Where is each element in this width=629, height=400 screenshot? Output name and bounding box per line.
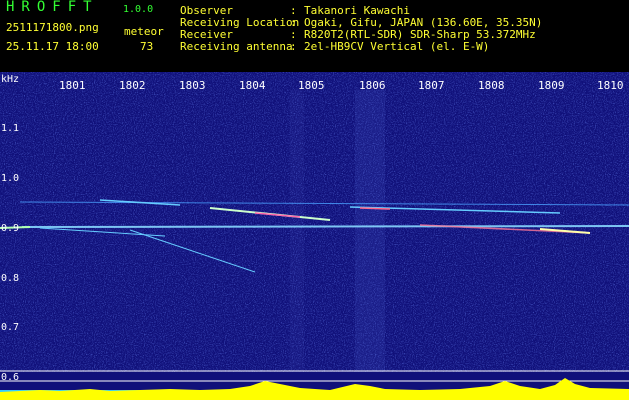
y-tick-label: 0.7: [1, 322, 20, 333]
x-tick-label: 1806: [359, 79, 386, 92]
x-tick-label: 1803: [179, 79, 206, 92]
file-name: 2511171800.png: [6, 21, 99, 34]
y-tick-label: 1.1: [1, 123, 20, 134]
antenna-value: 2el-HB9CV Vertical (el. E-W): [304, 40, 490, 53]
y-tick-label: 0.8: [1, 273, 20, 284]
carrier-line: [21, 225, 629, 228]
app-logo: HROFFT: [6, 0, 99, 15]
meteor-label: meteor: [124, 25, 164, 38]
antenna-label: Receiving antenna: [180, 40, 293, 53]
y-tick-label: 0.6: [1, 372, 20, 383]
x-tick-label: 1805: [298, 79, 325, 92]
app-version: 1.0.0: [123, 4, 154, 15]
y-tick-label: 0.9: [1, 223, 20, 234]
noise-band-1805: [290, 90, 304, 372]
noise-band-1806: [355, 90, 385, 372]
spectrogram-noise: [0, 72, 629, 372]
y-tick-label: 1.0: [1, 173, 20, 184]
x-tick-label: 1810: [597, 79, 624, 92]
x-tick-label: 1809: [538, 79, 565, 92]
date-time: 25.11.17 18:00: [6, 40, 99, 53]
header-panel: HROFFT 1.0.0 2511171800.png 25.11.17 18:…: [0, 0, 629, 72]
x-tick-label: 1801: [59, 79, 86, 92]
meteor-trail-3-hot: [359, 207, 391, 210]
x-tick-label: 1807: [418, 79, 445, 92]
y-axis-unit: kHz: [1, 74, 20, 85]
x-tick-label: 1808: [478, 79, 505, 92]
antenna-colon: :: [290, 40, 297, 53]
x-tick-label: 1802: [119, 79, 146, 92]
spectrogram-plot: [0, 72, 629, 400]
x-tick-label: 1804: [239, 79, 266, 92]
meteor-count: 73: [140, 40, 154, 53]
